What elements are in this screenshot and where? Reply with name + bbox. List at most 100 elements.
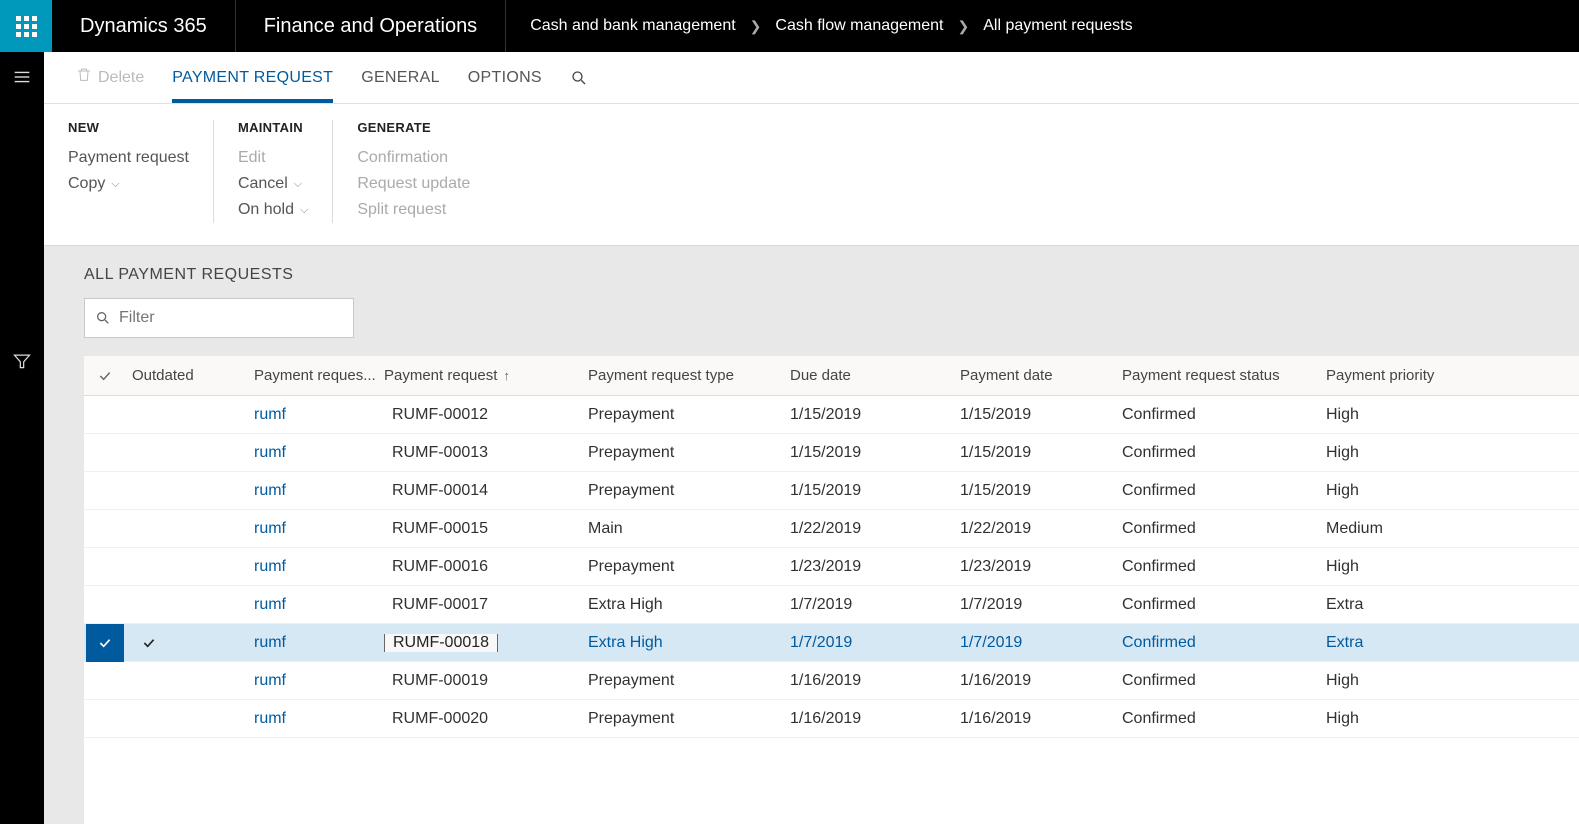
table-row[interactable]: rumfRUMF-00020Prepayment1/16/20191/16/20…	[84, 700, 1579, 738]
filter-box[interactable]	[84, 298, 354, 338]
priority-cell: Medium	[1326, 520, 1496, 538]
outdated-cell	[126, 635, 166, 651]
due-date-cell: 1/22/2019	[790, 520, 960, 538]
ribbon-item[interactable]: On hold⌵	[238, 197, 308, 223]
table-row[interactable]: rumfRUMF-00018Extra High1/7/20191/7/2019…	[84, 624, 1579, 662]
col-payment-request[interactable]: Payment request↑	[384, 367, 588, 384]
delete-button[interactable]: Delete	[62, 52, 158, 103]
table-row[interactable]: rumfRUMF-00019Prepayment1/16/20191/16/20…	[84, 662, 1579, 700]
table-row[interactable]: rumfRUMF-00013Prepayment1/15/20191/15/20…	[84, 434, 1579, 472]
ribbon-item[interactable]: Payment request	[68, 145, 189, 171]
row-selector[interactable]	[84, 434, 126, 472]
table-row[interactable]: rumfRUMF-00014Prepayment1/15/20191/15/20…	[84, 472, 1579, 510]
row-selector[interactable]	[84, 662, 126, 700]
type-cell: Main	[588, 520, 790, 538]
type-cell: Extra High	[588, 596, 790, 614]
due-date-cell: 1/7/2019	[790, 596, 960, 614]
row-selector[interactable]	[84, 548, 126, 586]
tab-options[interactable]: OPTIONS	[454, 52, 556, 103]
payment-request-journal-link[interactable]: rumf	[254, 406, 384, 424]
module-title: Finance and Operations	[236, 0, 506, 52]
payment-request-cell[interactable]: RUMF-00017	[384, 596, 588, 614]
status-cell: Confirmed	[1122, 596, 1326, 614]
filter-area	[44, 298, 1579, 356]
delete-label: Delete	[98, 69, 144, 87]
ribbon-item[interactable]: Split request	[357, 197, 470, 223]
col-payment-request-journal[interactable]: Payment reques...	[254, 367, 384, 384]
breadcrumb-item-1[interactable]: Cash and bank management	[530, 17, 735, 35]
waffle-icon	[16, 16, 37, 37]
due-date-cell: 1/16/2019	[790, 710, 960, 728]
payment-date-cell: 1/22/2019	[960, 520, 1122, 538]
nav-expand-button[interactable]	[11, 66, 33, 91]
type-cell: Prepayment	[588, 710, 790, 728]
payment-request-cell[interactable]: RUMF-00012	[384, 406, 588, 424]
payment-request-journal-link[interactable]: rumf	[254, 444, 384, 462]
priority-cell: High	[1326, 444, 1496, 462]
row-selector[interactable]	[84, 396, 126, 434]
type-cell: Prepayment	[588, 558, 790, 576]
col-payment-date[interactable]: Payment date	[960, 367, 1122, 384]
type-cell: Prepayment	[588, 406, 790, 424]
payment-request-cell[interactable]: RUMF-00019	[384, 672, 588, 690]
col-payment-request-status[interactable]: Payment request status	[1122, 367, 1326, 384]
row-selector[interactable]	[84, 586, 126, 624]
status-cell: Confirmed	[1122, 558, 1326, 576]
search-button[interactable]	[556, 52, 602, 103]
search-icon	[95, 310, 111, 326]
row-selector[interactable]	[84, 510, 126, 548]
ribbon-item[interactable]: Confirmation	[357, 145, 470, 171]
due-date-cell: 1/7/2019	[790, 634, 960, 652]
table-row[interactable]: rumfRUMF-00017Extra High1/7/20191/7/2019…	[84, 586, 1579, 624]
payment-request-journal-link[interactable]: rumf	[254, 558, 384, 576]
payment-date-cell: 1/15/2019	[960, 444, 1122, 462]
action-bar: Delete PAYMENT REQUEST GENERAL OPTIONS	[44, 52, 1579, 104]
ribbon-item-label: Cancel	[238, 175, 288, 193]
row-selector[interactable]	[84, 624, 126, 662]
row-selector[interactable]	[84, 700, 126, 738]
brand-title[interactable]: Dynamics 365	[52, 0, 236, 52]
payment-request-journal-link[interactable]: rumf	[254, 482, 384, 500]
table-row[interactable]: rumfRUMF-00012Prepayment1/15/20191/15/20…	[84, 396, 1579, 434]
payment-request-journal-link[interactable]: rumf	[254, 672, 384, 690]
payment-request-cell[interactable]: RUMF-00014	[384, 482, 588, 500]
priority-cell: High	[1326, 406, 1496, 424]
payment-date-cell: 1/16/2019	[960, 710, 1122, 728]
col-payment-priority[interactable]: Payment priority	[1326, 367, 1496, 384]
row-selector[interactable]	[84, 472, 126, 510]
tab-payment-request[interactable]: PAYMENT REQUEST	[158, 52, 347, 103]
payment-request-journal-link[interactable]: rumf	[254, 596, 384, 614]
ribbon-item[interactable]: Edit	[238, 145, 308, 171]
payment-request-cell[interactable]: RUMF-00015	[384, 520, 588, 538]
breadcrumb-item-2[interactable]: Cash flow management	[775, 17, 943, 35]
grid-body[interactable]: rumfRUMF-00012Prepayment1/15/20191/15/20…	[84, 396, 1579, 824]
tab-general[interactable]: GENERAL	[347, 52, 454, 103]
due-date-cell: 1/15/2019	[790, 482, 960, 500]
chevron-right-icon: ❯	[750, 18, 762, 35]
col-payment-request-type[interactable]: Payment request type	[588, 367, 790, 384]
filter-input[interactable]	[119, 309, 343, 327]
payment-request-journal-link[interactable]: rumf	[254, 520, 384, 538]
table-row[interactable]: rumfRUMF-00016Prepayment1/23/20191/23/20…	[84, 548, 1579, 586]
col-due-date[interactable]: Due date	[790, 367, 960, 384]
ribbon-item[interactable]: Request update	[357, 171, 470, 197]
ribbon-group-title: NEW	[68, 120, 189, 135]
table-row[interactable]: rumfRUMF-00015Main1/22/20191/22/2019Conf…	[84, 510, 1579, 548]
payment-request-journal-link[interactable]: rumf	[254, 634, 384, 652]
ribbon-item-label: On hold	[238, 201, 294, 219]
payment-request-cell[interactable]: RUMF-00020	[384, 710, 588, 728]
payment-request-cell[interactable]: RUMF-00018	[384, 634, 588, 652]
status-cell: Confirmed	[1122, 520, 1326, 538]
col-outdated[interactable]: Outdated	[126, 367, 254, 384]
app-launcher-button[interactable]	[0, 0, 52, 52]
top-bar: Dynamics 365 Finance and Operations Cash…	[0, 0, 1579, 52]
breadcrumb-item-3[interactable]: All payment requests	[983, 17, 1132, 35]
payment-request-cell[interactable]: RUMF-00013	[384, 444, 588, 462]
select-all-checkbox[interactable]	[84, 368, 126, 384]
payment-request-journal-link[interactable]: rumf	[254, 710, 384, 728]
filter-icon[interactable]	[12, 351, 32, 374]
ribbon-item[interactable]: Copy⌵	[68, 171, 189, 197]
ribbon-item[interactable]: Cancel⌵	[238, 171, 308, 197]
main-area: Delete PAYMENT REQUEST GENERAL OPTIONS N…	[44, 52, 1579, 824]
payment-request-cell[interactable]: RUMF-00016	[384, 558, 588, 576]
